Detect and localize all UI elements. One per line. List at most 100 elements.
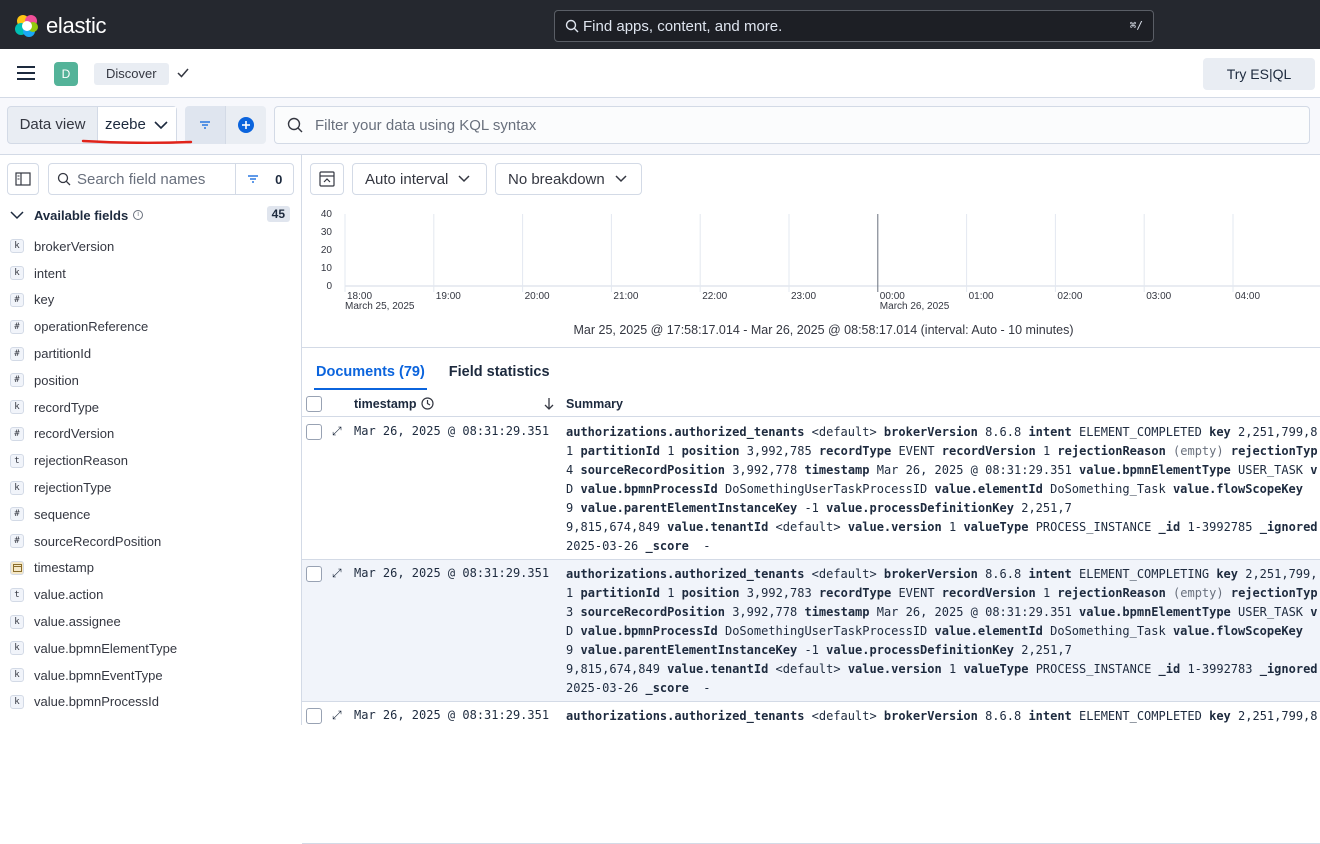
- main-content: Auto interval No breakdown 40 30 20 10 0 18:0…: [302, 155, 1320, 844]
- try-esql-button[interactable]: Try ES|QL: [1203, 58, 1315, 90]
- field-item[interactable]: # partitionId: [10, 340, 300, 367]
- field-name: value.assignee: [34, 614, 121, 630]
- summary-token: valueType: [963, 520, 1029, 534]
- summary-token: 2025-03-26: [566, 681, 639, 695]
- sidebar-toggle-button[interactable]: [7, 163, 39, 195]
- summary-token: v: [1310, 605, 1318, 619]
- expand-icon[interactable]: ⤢: [332, 708, 342, 723]
- breakdown-select[interactable]: No breakdown: [495, 163, 642, 195]
- y-tick-label: 30: [321, 227, 333, 238]
- select-all-checkbox[interactable]: [306, 396, 322, 412]
- field-name: rejectionType: [34, 480, 112, 496]
- summary-token: brokerVersion: [883, 709, 978, 723]
- interval-select[interactable]: Auto interval: [352, 163, 487, 195]
- kql-placeholder: Filter your data using KQL syntax: [315, 116, 537, 134]
- tab-documents[interactable]: Documents (79): [314, 360, 427, 390]
- available-fields-count: 45: [266, 206, 290, 222]
- summary-token: recordType: [818, 444, 892, 458]
- summary-token: ELEMENT_COMPLETING: [1079, 567, 1210, 581]
- y-tick-label: 10: [321, 263, 333, 274]
- space-avatar[interactable]: D: [54, 62, 78, 86]
- field-item[interactable]: k value.bpmnEventType: [10, 662, 300, 689]
- x-tick-label: 23:00: [791, 291, 816, 302]
- summary-token: intent: [1028, 567, 1072, 581]
- summary-token: value.tenantId: [667, 520, 769, 534]
- available-fields-header[interactable]: Available fields i 45: [10, 205, 290, 225]
- row-checkbox[interactable]: [306, 424, 322, 440]
- menu-icon[interactable]: [17, 66, 35, 80]
- filter-icon: [247, 175, 258, 183]
- field-item[interactable]: k value.assignee: [10, 608, 300, 635]
- field-item[interactable]: # sequence: [10, 501, 300, 528]
- search-icon: [57, 172, 71, 186]
- global-search-placeholder: Find apps, content, and more.: [583, 17, 783, 35]
- table-row[interactable]: ⤢ Mar 26, 2025 @ 08:31:29.351 authorizatio…: [302, 702, 1320, 844]
- field-name: operationReference: [34, 319, 149, 335]
- field-filter-button[interactable]: 0: [235, 164, 293, 194]
- summary-token: <default>: [775, 662, 841, 676]
- elastic-logo[interactable]: elastic: [14, 13, 107, 39]
- plus-circle-icon: [238, 117, 254, 133]
- summary-token: brokerVersion: [883, 567, 978, 581]
- summary-token: 3,992,785: [746, 444, 812, 458]
- add-filter-button[interactable]: [225, 106, 266, 144]
- field-name: value.bpmnProcessId: [34, 694, 160, 710]
- field-search-input[interactable]: Search field names 0: [48, 163, 294, 195]
- field-item[interactable]: # key: [10, 287, 300, 314]
- field-item[interactable]: # sourceRecordPosition: [10, 528, 300, 555]
- tab-field-statistics[interactable]: Field statistics: [449, 360, 550, 390]
- column-timestamp[interactable]: timestamp: [354, 397, 417, 411]
- summary-token: rejectionReason: [1057, 586, 1166, 600]
- expand-icon[interactable]: ⤢: [332, 424, 342, 439]
- field-item[interactable]: # position: [10, 367, 300, 394]
- kql-query-input[interactable]: Filter your data using KQL syntax: [274, 106, 1310, 144]
- field-type-icon: t: [10, 453, 24, 468]
- row-checkbox[interactable]: [306, 708, 322, 724]
- sort-desc-icon[interactable]: [543, 397, 555, 411]
- summary-token: 2,251,799,8: [1238, 425, 1318, 439]
- field-item[interactable]: t rejectionReason: [10, 447, 300, 474]
- query-bar: Data view zeebe Filter your data using K…: [0, 98, 1320, 155]
- field-item[interactable]: k value.bpmnElementType: [10, 635, 300, 662]
- field-item[interactable]: # recordVersion: [10, 421, 300, 448]
- summary-token: value.elementId: [934, 482, 1043, 496]
- field-type-icon: k: [10, 614, 24, 629]
- column-summary[interactable]: Summary: [566, 397, 623, 411]
- table-row[interactable]: ⤢ Mar 26, 2025 @ 08:31:29.351 authorizatio…: [302, 418, 1320, 560]
- global-search-input[interactable]: Find apps, content, and more. ⌘/: [554, 10, 1154, 42]
- field-item[interactable]: k intent: [10, 260, 300, 287]
- table-row[interactable]: ⤢ Mar 26, 2025 @ 08:31:29.351 authorizatio…: [302, 560, 1320, 702]
- filter-icon: [200, 121, 210, 129]
- field-item[interactable]: k value.bpmnProcessId: [10, 689, 300, 716]
- chart-toggle-icon: [319, 171, 335, 187]
- expand-icon[interactable]: ⤢: [332, 566, 342, 581]
- field-item[interactable]: k rejectionType: [10, 474, 300, 501]
- field-item[interactable]: # operationReference: [10, 313, 300, 340]
- time-range-label: Mar 25, 2025 @ 17:58:17.014 - Mar 26, 20…: [573, 323, 1074, 337]
- data-view-select[interactable]: zeebe: [97, 107, 176, 143]
- summary-token: Mar 26, 2025 @ 08:31:29.351: [876, 605, 1072, 619]
- summary-token: timestamp: [804, 463, 870, 477]
- search-icon: [565, 19, 579, 33]
- field-item[interactable]: timestamp: [10, 555, 300, 582]
- field-item[interactable]: k recordType: [10, 394, 300, 421]
- row-checkbox[interactable]: [306, 566, 322, 582]
- summary-token: 9,815,674,849: [566, 662, 660, 676]
- row-summary: authorizations.authorized_tenants <defau…: [566, 423, 1320, 556]
- chart-options-button[interactable]: [310, 163, 344, 195]
- field-item[interactable]: t value.action: [10, 581, 300, 608]
- summary-token: value.flowScopeKey: [1172, 482, 1303, 496]
- summary-token: intent: [1028, 425, 1072, 439]
- table-header: timestamp Summary: [302, 391, 1320, 417]
- summary-token: valueType: [963, 662, 1029, 676]
- field-item[interactable]: k brokerVersion: [10, 233, 300, 260]
- summary-token: 3: [566, 605, 574, 619]
- summary-token: ELEMENT_COMPLETED: [1079, 709, 1202, 723]
- interval-value: Auto interval: [365, 170, 449, 188]
- field-type-icon: #: [10, 292, 24, 307]
- breadcrumb-discover[interactable]: Discover: [94, 63, 169, 85]
- summary-token: value.elementId: [934, 624, 1043, 638]
- y-tick-label: 0: [326, 281, 332, 292]
- summary-token: rejectionReason: [1057, 444, 1166, 458]
- field-type-icon: #: [10, 319, 24, 334]
